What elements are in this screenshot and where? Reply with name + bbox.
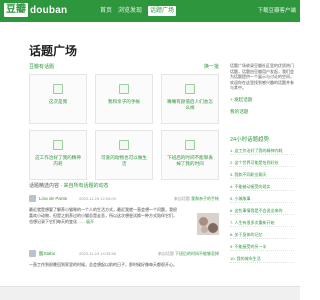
highlights-link[interactable]: 来自所有话题的动态: [63, 183, 108, 189]
topic-label: 嘴嘴有颜值后人们会怎么样: [167, 99, 213, 110]
sidebar-intro: 话题广场收录豆瓣社区里的优质热门话题，话题由豆瓣用户发起，我们会为话题提供一个展…: [230, 63, 294, 91]
post-date: 2023-11-19 14:33:56: [79, 251, 116, 256]
nav-home[interactable]: 首页: [100, 6, 112, 16]
sidebar: 话题广场收录豆瓣社区里的优质热门话题，话题由豆瓣用户发起，我们会为话题提供一个展…: [230, 63, 294, 263]
trending-item[interactable]: 6. 这些事情我是不会说出来的: [230, 208, 294, 215]
nav-topics[interactable]: 话题广场: [148, 6, 177, 16]
post-topic: 来自话题 我和亲子的手帐: [174, 196, 219, 202]
post-meta: Lina de Pants 2023-11-19 12:04:09 来自话题 我…: [29, 195, 219, 204]
post-body: 最近就是想要了解养小猫咪的一个人的生活方式，最近我就一直会想一个问题，我很喜欢小…: [29, 207, 179, 224]
trending-item[interactable]: 1. 这工作治好了我的精神内耗: [230, 148, 294, 155]
post-topic-prefix: 来自话题: [173, 196, 190, 201]
topic-icon: [53, 84, 63, 94]
post-body: 一直工作到很晚回到家里的时候，总会想起以前的日子，那时候好像每天都很开心。: [29, 262, 177, 267]
trending-item[interactable]: 7. 人生有很多次重新开始: [230, 220, 294, 227]
topic-card[interactable]: 这工作治好了我的精神内耗: [29, 130, 87, 180]
logo[interactable]: 豆瓣 douban: [4, 3, 67, 17]
topic-icon: [185, 140, 195, 150]
topic-card[interactable]: 我和亲子的手帐: [95, 74, 153, 124]
topic-icon: [53, 140, 63, 150]
topic-label: 这工作治好了我的精神内耗: [35, 155, 81, 166]
post-author[interactable]: Lina de Pants: [39, 196, 67, 201]
topic-grid: 这次是我 我和亲子的手帐 嘴嘴有颜值后人们会怎么样 这工作治好了我的精神内耗 可…: [29, 74, 219, 180]
topic-card[interactable]: 可爱的动物也可以做生活: [95, 130, 153, 180]
trending-title: 24小时话题趋势: [230, 136, 270, 143]
trending-item[interactable]: 10. 我的城市生活: [230, 256, 294, 263]
logo-badge: 豆瓣: [4, 3, 28, 17]
trending-item[interactable]: 2. 这个世界可能是恰到好处: [230, 160, 294, 167]
trending-item[interactable]: 8. 关于身体的记忆: [230, 232, 294, 239]
topic-label: 我和亲子的手帐: [107, 99, 141, 104]
section-heading: 豆瓣有话题: [29, 64, 55, 70]
section-header: 豆瓣有话题 换一批: [29, 63, 219, 71]
post-topic-link[interactable]: 下班后的时间不能够丢掉: [175, 251, 219, 256]
bottom-banner: [0, 286, 300, 300]
feed-post: Lina de Pants 2023-11-19 12:04:09 来自话题 我…: [29, 195, 219, 235]
download-app-link[interactable]: 下载豆瓣客户端: [257, 6, 296, 16]
topic-icon: [119, 140, 129, 150]
nav-explore[interactable]: 浏览发现: [118, 6, 142, 16]
trending-item[interactable]: 5. 小城故事: [230, 196, 294, 203]
feed-post: 酸Slabo 2023-11-19 14:33:56 来自话题 下班后的时间不能…: [29, 250, 219, 268]
topic-icon: [119, 84, 129, 94]
topic-card[interactable]: 这次是我: [29, 74, 87, 124]
topic-label: 这次是我: [48, 99, 68, 104]
topic-icon: [185, 84, 195, 94]
post-text: 最近就是想要了解养小猫咪的一个人的生活方式，最近我就一直会想一个问题，我很喜欢小…: [29, 207, 177, 224]
highlights-prefix: 话题精选内容 ·: [29, 183, 64, 189]
post-thumbnail[interactable]: [197, 213, 219, 235]
trending-item[interactable]: 4. 不能被动接受的现实: [230, 184, 294, 191]
topic-label: 可爱的动物也可以做生活: [101, 155, 147, 166]
trending-item[interactable]: 9. 不能接受的另一半: [230, 244, 294, 251]
top-nav: 首页 浏览发现 话题广场: [100, 6, 177, 16]
post-topic-prefix: 来自话题: [157, 251, 174, 256]
expand-link[interactable]: 展开: [86, 219, 94, 224]
highlights-heading: 话题精选内容 · 来自所有话题的动态: [29, 182, 108, 189]
avatar[interactable]: [29, 250, 36, 257]
topic-label: 下班后的时间不能够丢掉了我的时间: [167, 155, 213, 166]
avatar[interactable]: [29, 195, 36, 202]
my-topics-link[interactable]: 我的话题: [230, 109, 294, 115]
top-bar: 豆瓣 douban 首页 浏览发现 话题广场 下载豆瓣客户端: [0, 0, 300, 22]
trending-item[interactable]: 3. 我和不同职业聊天: [230, 172, 294, 179]
post-date: 2023-11-19 12:04:09: [79, 196, 116, 201]
post-topic-link[interactable]: 我和亲子的手帐: [191, 196, 219, 201]
post-topic: 来自话题 下班后的时间不能够丢掉: [158, 251, 219, 257]
create-topic-link[interactable]: + 发起话题: [230, 97, 294, 103]
refresh-topics-link[interactable]: 换一批: [204, 63, 219, 70]
post-meta: 酸Slabo 2023-11-19 14:33:56 来自话题 下班后的时间不能…: [29, 250, 219, 259]
topic-card[interactable]: 下班后的时间不能够丢掉了我的时间: [161, 130, 219, 180]
post-author[interactable]: 酸Slabo: [39, 251, 55, 257]
page-title: 话题广场: [29, 44, 78, 58]
logo-text: douban: [30, 4, 68, 16]
topic-card[interactable]: 嘴嘴有颜值后人们会怎么样: [161, 74, 219, 124]
